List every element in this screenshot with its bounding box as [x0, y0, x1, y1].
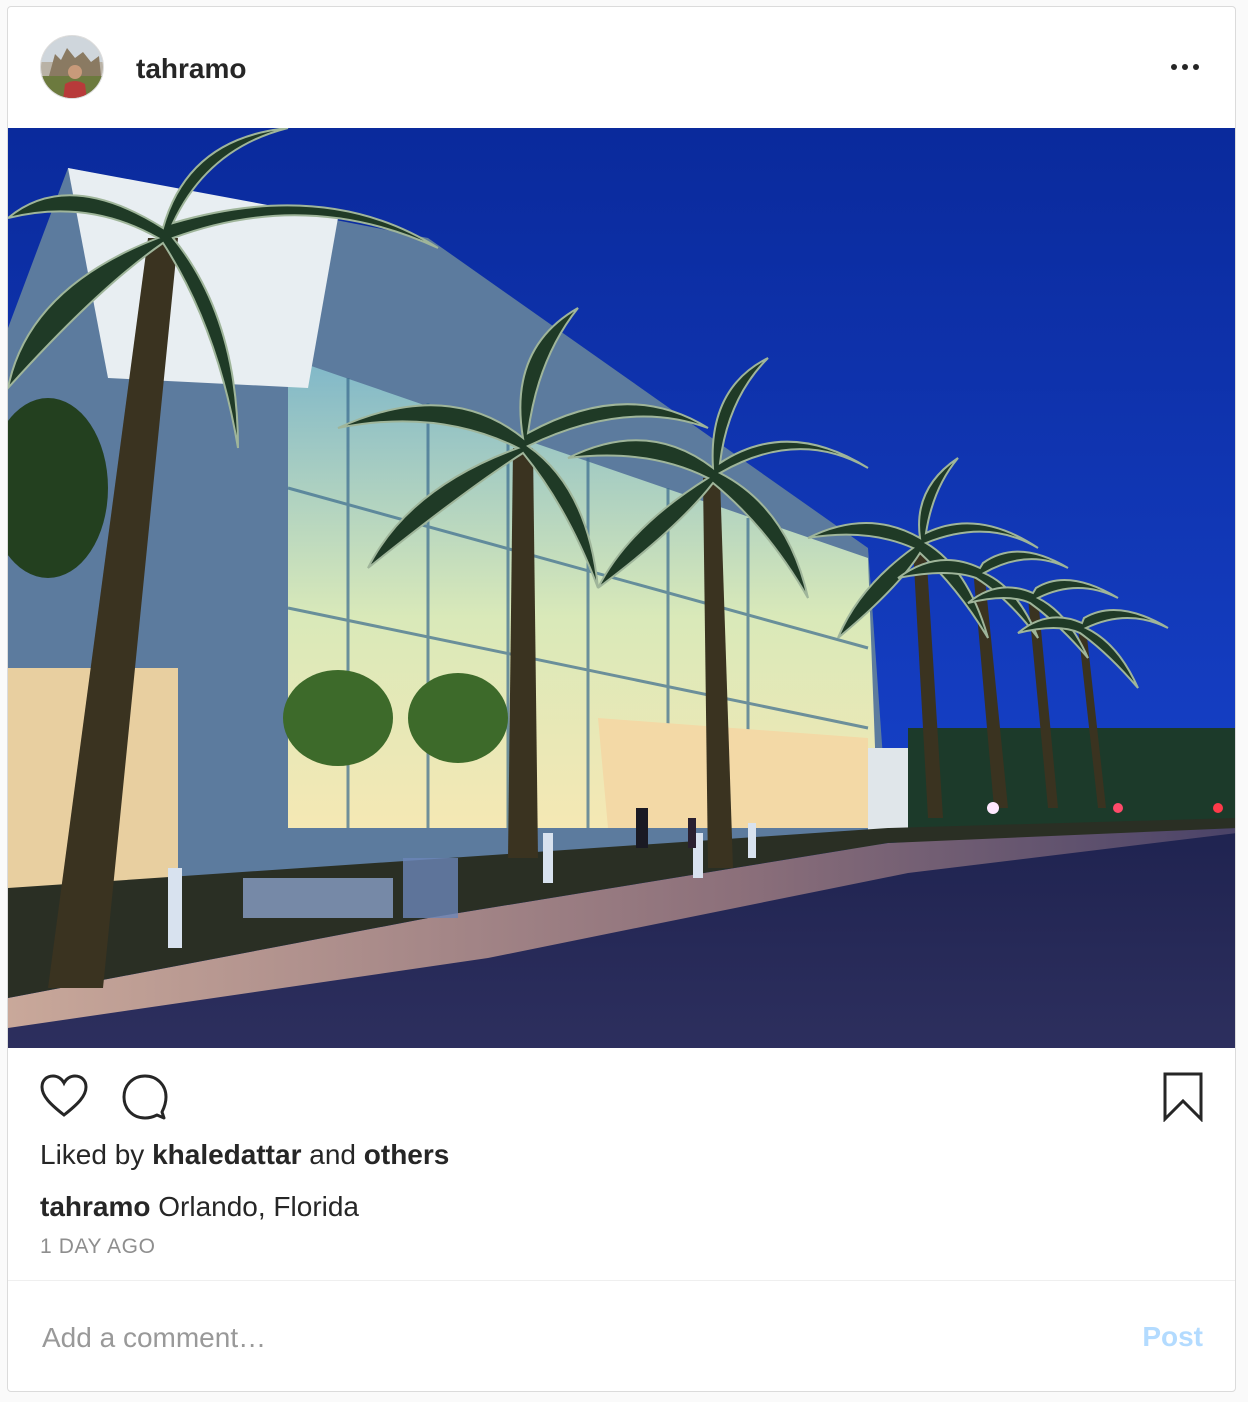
post-card: tahramo Liked by khaledattar and others … [7, 6, 1236, 1392]
liked-by-user[interactable]: khaledattar [152, 1139, 301, 1170]
post-photo[interactable] [8, 127, 1235, 1048]
comment-input[interactable] [40, 1317, 1094, 1359]
heart-icon[interactable] [40, 1074, 88, 1123]
post-actions [8, 1068, 1235, 1128]
more-icon[interactable] [1165, 55, 1205, 79]
post-header: tahramo [8, 7, 1235, 129]
caption-text: Orlando, Florida [158, 1191, 360, 1222]
comment-icon[interactable] [122, 1074, 168, 1125]
likes-line: Liked by khaledattar and others [40, 1139, 449, 1171]
liked-by-and: and [309, 1139, 356, 1170]
caption: tahramo Orlando, Florida [40, 1191, 359, 1223]
liked-by-others[interactable]: others [364, 1139, 450, 1170]
post-username[interactable]: tahramo [136, 53, 246, 85]
post-timestamp[interactable]: 1 DAY AGO [40, 1235, 156, 1259]
post-button[interactable]: Post [1142, 1321, 1203, 1353]
comment-bar: Post [8, 1280, 1235, 1391]
caption-username[interactable]: tahramo [40, 1191, 150, 1222]
bookmark-icon[interactable] [1163, 1072, 1203, 1127]
avatar[interactable] [40, 35, 104, 99]
liked-by-prefix: Liked by [40, 1139, 145, 1170]
